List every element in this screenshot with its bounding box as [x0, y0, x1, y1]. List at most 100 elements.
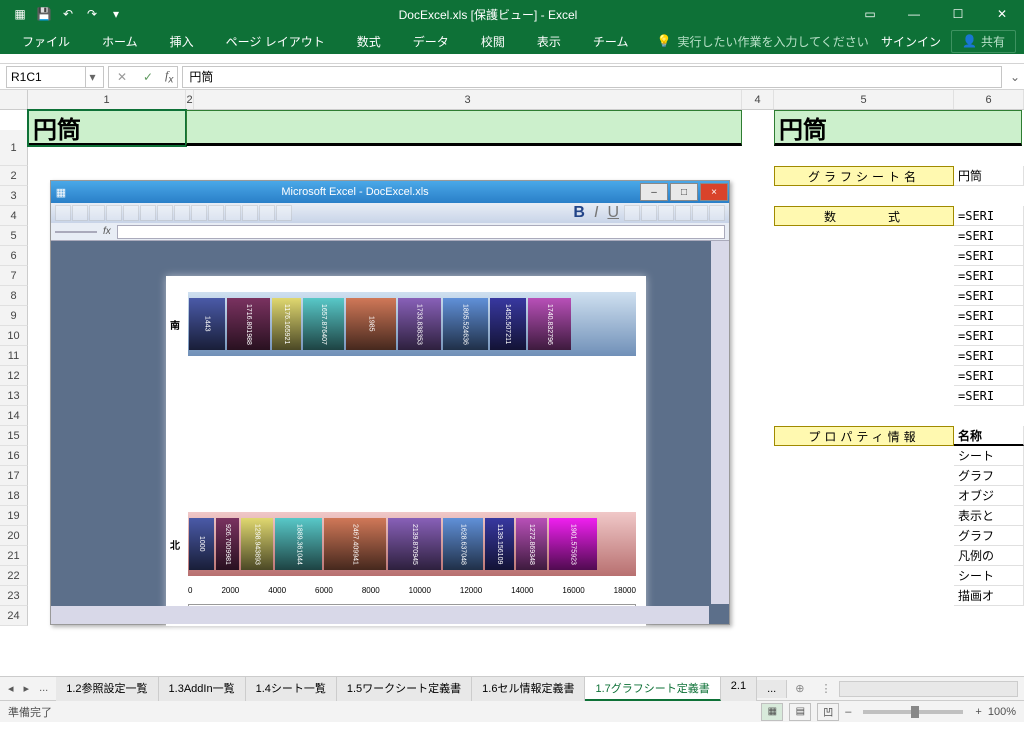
cell-property-name[interactable]: シート — [954, 446, 1024, 466]
cell-property-name[interactable]: 描画オ — [954, 586, 1024, 606]
undo-button[interactable]: ↶ — [56, 2, 80, 26]
qat-customize-button[interactable]: ▾ — [104, 2, 128, 26]
save-button[interactable]: 💾 — [32, 2, 56, 26]
tab-file[interactable]: ファイル — [8, 29, 84, 54]
col-header[interactable]: 6 — [954, 90, 1024, 109]
row-header[interactable]: 7 — [0, 266, 28, 286]
row-header[interactable]: 3 — [0, 186, 28, 206]
row-header[interactable]: 23 — [0, 586, 28, 606]
new-sheet-button[interactable]: ⊕ — [787, 679, 812, 698]
row-header[interactable]: 8 — [0, 286, 28, 306]
cell-formula-value[interactable]: =SERI — [954, 226, 1024, 246]
ribbon-display-button[interactable]: ▭ — [848, 0, 892, 28]
row-header[interactable]: 2 — [0, 166, 28, 186]
zoom-level[interactable]: 100% — [988, 706, 1016, 718]
cell-graph-sheet-name-label[interactable]: グラフシート名 — [774, 166, 954, 186]
cell-property-name[interactable]: オブジ — [954, 486, 1024, 506]
row-header[interactable]: 19 — [0, 506, 28, 526]
col-header[interactable]: 2 — [186, 90, 194, 109]
cell-property-info-label[interactable]: プロパティ情報 — [774, 426, 954, 446]
row-header[interactable]: 11 — [0, 346, 28, 366]
sheet-nav-first[interactable]: ◂ — [4, 680, 18, 697]
cell-formula-value[interactable]: =SERI — [954, 206, 1024, 226]
formula-bar-expand[interactable]: ⌄ — [1006, 70, 1024, 84]
row-header[interactable]: 14 — [0, 406, 28, 426]
tell-me-search[interactable]: 💡 実行したい作業を入力してください — [656, 33, 868, 50]
cell-r1c5[interactable]: 円筒 — [774, 110, 1022, 146]
sheet-nav-ellipsis[interactable]: ... — [35, 680, 52, 697]
row-header[interactable]: 12 — [0, 366, 28, 386]
view-page-break-button[interactable]: 凹 — [817, 703, 839, 721]
cell-property-name[interactable]: シート — [954, 566, 1024, 586]
cell-formula-value[interactable]: =SERI — [954, 266, 1024, 286]
cell-formula-label[interactable]: 数 式 — [774, 206, 954, 226]
cell-formula-value[interactable]: =SERI — [954, 366, 1024, 386]
tab-home[interactable]: ホーム — [88, 29, 152, 54]
row-header[interactable]: 20 — [0, 526, 28, 546]
tab-review[interactable]: 校閲 — [467, 29, 519, 54]
cell-property-name-header[interactable]: 名称 — [954, 426, 1024, 446]
col-header[interactable]: 4 — [742, 90, 774, 109]
sheet-tab-more[interactable]: ... — [757, 680, 787, 698]
redo-button[interactable]: ↷ — [80, 2, 104, 26]
cell-formula-value[interactable]: =SERI — [954, 386, 1024, 406]
cell-graph-sheet-name-value[interactable]: 円筒 — [954, 166, 1024, 186]
zoom-in-button[interactable]: + — [975, 706, 981, 718]
row-header[interactable]: 21 — [0, 546, 28, 566]
cell-r1c3[interactable] — [186, 110, 742, 146]
tab-view[interactable]: 表示 — [523, 29, 575, 54]
cell-property-name[interactable]: 表示と — [954, 506, 1024, 526]
sheet-tab-menu[interactable]: ⋮ — [812, 679, 839, 698]
row-header[interactable]: 17 — [0, 466, 28, 486]
row-header[interactable]: 1 — [0, 130, 28, 166]
cell-formula-value[interactable]: =SERI — [954, 246, 1024, 266]
maximize-button[interactable]: ☐ — [936, 0, 980, 28]
tab-data[interactable]: データ — [399, 29, 463, 54]
cell-property-name[interactable]: 凡例の — [954, 546, 1024, 566]
minimize-button[interactable]: — — [892, 0, 936, 28]
sheet-tab[interactable]: 1.7グラフシート定義書 — [585, 677, 720, 701]
cell-formula-value[interactable]: =SERI — [954, 286, 1024, 306]
col-header[interactable]: 3 — [194, 90, 742, 109]
sheet-tab[interactable]: 1.5ワークシート定義書 — [337, 677, 472, 701]
col-header[interactable]: 1 — [28, 90, 186, 109]
row-header[interactable]: 16 — [0, 446, 28, 466]
sheet-tab[interactable]: 1.3AddIn一覧 — [159, 677, 246, 701]
cell-formula-value[interactable]: =SERI — [954, 306, 1024, 326]
row-header[interactable]: 5 — [0, 226, 28, 246]
row-header[interactable]: 4 — [0, 206, 28, 226]
enter-formula-button[interactable]: ✓ — [135, 67, 161, 87]
zoom-slider[interactable] — [863, 710, 963, 714]
share-button[interactable]: 👤 共有 — [951, 30, 1016, 53]
row-header[interactable]: 24 — [0, 606, 28, 626]
row-header[interactable]: 18 — [0, 486, 28, 506]
col-header[interactable]: 5 — [774, 90, 954, 109]
cell-property-name[interactable]: グラフ — [954, 466, 1024, 486]
row-header[interactable]: 22 — [0, 566, 28, 586]
cell-r1c1[interactable]: 円筒 — [28, 110, 186, 146]
row-header[interactable]: 15 — [0, 426, 28, 446]
name-box-dropdown[interactable]: ▾ — [85, 67, 99, 87]
tab-formula[interactable]: 数式 — [343, 29, 395, 54]
close-button[interactable]: ✕ — [980, 0, 1024, 28]
name-box[interactable]: R1C1 ▾ — [6, 66, 104, 88]
view-page-layout-button[interactable]: ▤ — [789, 703, 811, 721]
tab-team[interactable]: チーム — [579, 29, 643, 54]
sheet-nav-prev[interactable]: ▸ — [20, 680, 34, 697]
select-all-corner[interactable] — [0, 90, 28, 109]
horizontal-scrollbar[interactable] — [839, 681, 1018, 697]
cell-property-name[interactable]: グラフ — [954, 526, 1024, 546]
fx-icon[interactable]: fx — [161, 68, 177, 85]
cancel-formula-button[interactable]: ✕ — [109, 67, 135, 87]
view-normal-button[interactable]: ▦ — [761, 703, 783, 721]
tab-layout[interactable]: ページ レイアウト — [212, 29, 339, 54]
zoom-out-button[interactable]: – — [845, 706, 851, 718]
sheet-tab[interactable]: 1.4シート一覧 — [246, 677, 337, 701]
sheet-tab[interactable]: 1.6セル情報定義書 — [472, 677, 585, 701]
sheet-tab[interactable]: 1.2参照設定一覧 — [56, 677, 158, 701]
cell-formula-value[interactable]: =SERI — [954, 346, 1024, 366]
row-header[interactable]: 9 — [0, 306, 28, 326]
zoom-thumb[interactable] — [911, 706, 919, 718]
worksheet-grid[interactable]: 1 2 3 4 5 6 1234567891011121314151617181… — [0, 90, 1024, 676]
signin-link[interactable]: サインイン — [881, 33, 941, 50]
